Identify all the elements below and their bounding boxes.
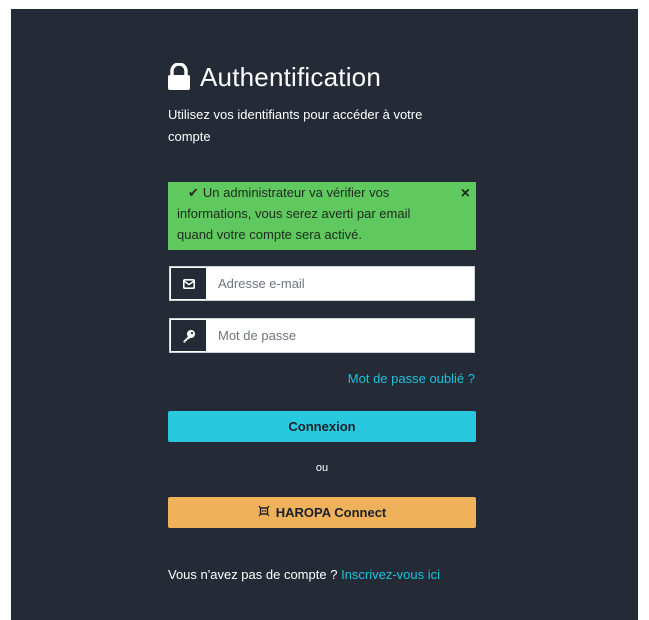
signup-link[interactable]: Inscrivez-vous ici <box>341 567 440 582</box>
success-alert: ✔ Un administrateur va vérifier vos infor… <box>168 182 476 250</box>
signup-text: Vous n'avez pas de compte ? <box>168 567 338 582</box>
login-panel <box>11 9 638 620</box>
connexion-button[interactable]: Connexion <box>168 411 476 442</box>
robot-icon <box>258 505 270 520</box>
key-icon <box>170 319 207 352</box>
connexion-label: Connexion <box>288 419 356 434</box>
password-field[interactable] <box>207 319 474 352</box>
or-separator: ou <box>315 462 329 474</box>
lock-icon <box>166 62 192 91</box>
page-title: Authentification <box>166 59 381 95</box>
signup-prompt: Vous n'avez pas de compte ? Inscrivez-vo… <box>168 567 440 582</box>
subtitle: Utilisez vos identifiants pour accéder à… <box>168 107 423 144</box>
haropa-connect-button[interactable]: HAROPA Connect <box>168 497 476 528</box>
haropa-label: HAROPA Connect <box>275 505 387 520</box>
title-text: Authentification <box>200 61 381 92</box>
close-icon[interactable]: × <box>461 186 470 202</box>
forgot-password-link[interactable]: Mot de passe oublié ? <box>348 371 475 386</box>
check-icon: ✔ <box>188 185 199 200</box>
email-field[interactable] <box>207 267 474 300</box>
alert-message: Un administrateur va vérifier vos inform… <box>177 185 411 242</box>
envelope-icon <box>170 267 207 300</box>
email-input-group <box>169 266 475 301</box>
password-input-group <box>169 318 475 353</box>
